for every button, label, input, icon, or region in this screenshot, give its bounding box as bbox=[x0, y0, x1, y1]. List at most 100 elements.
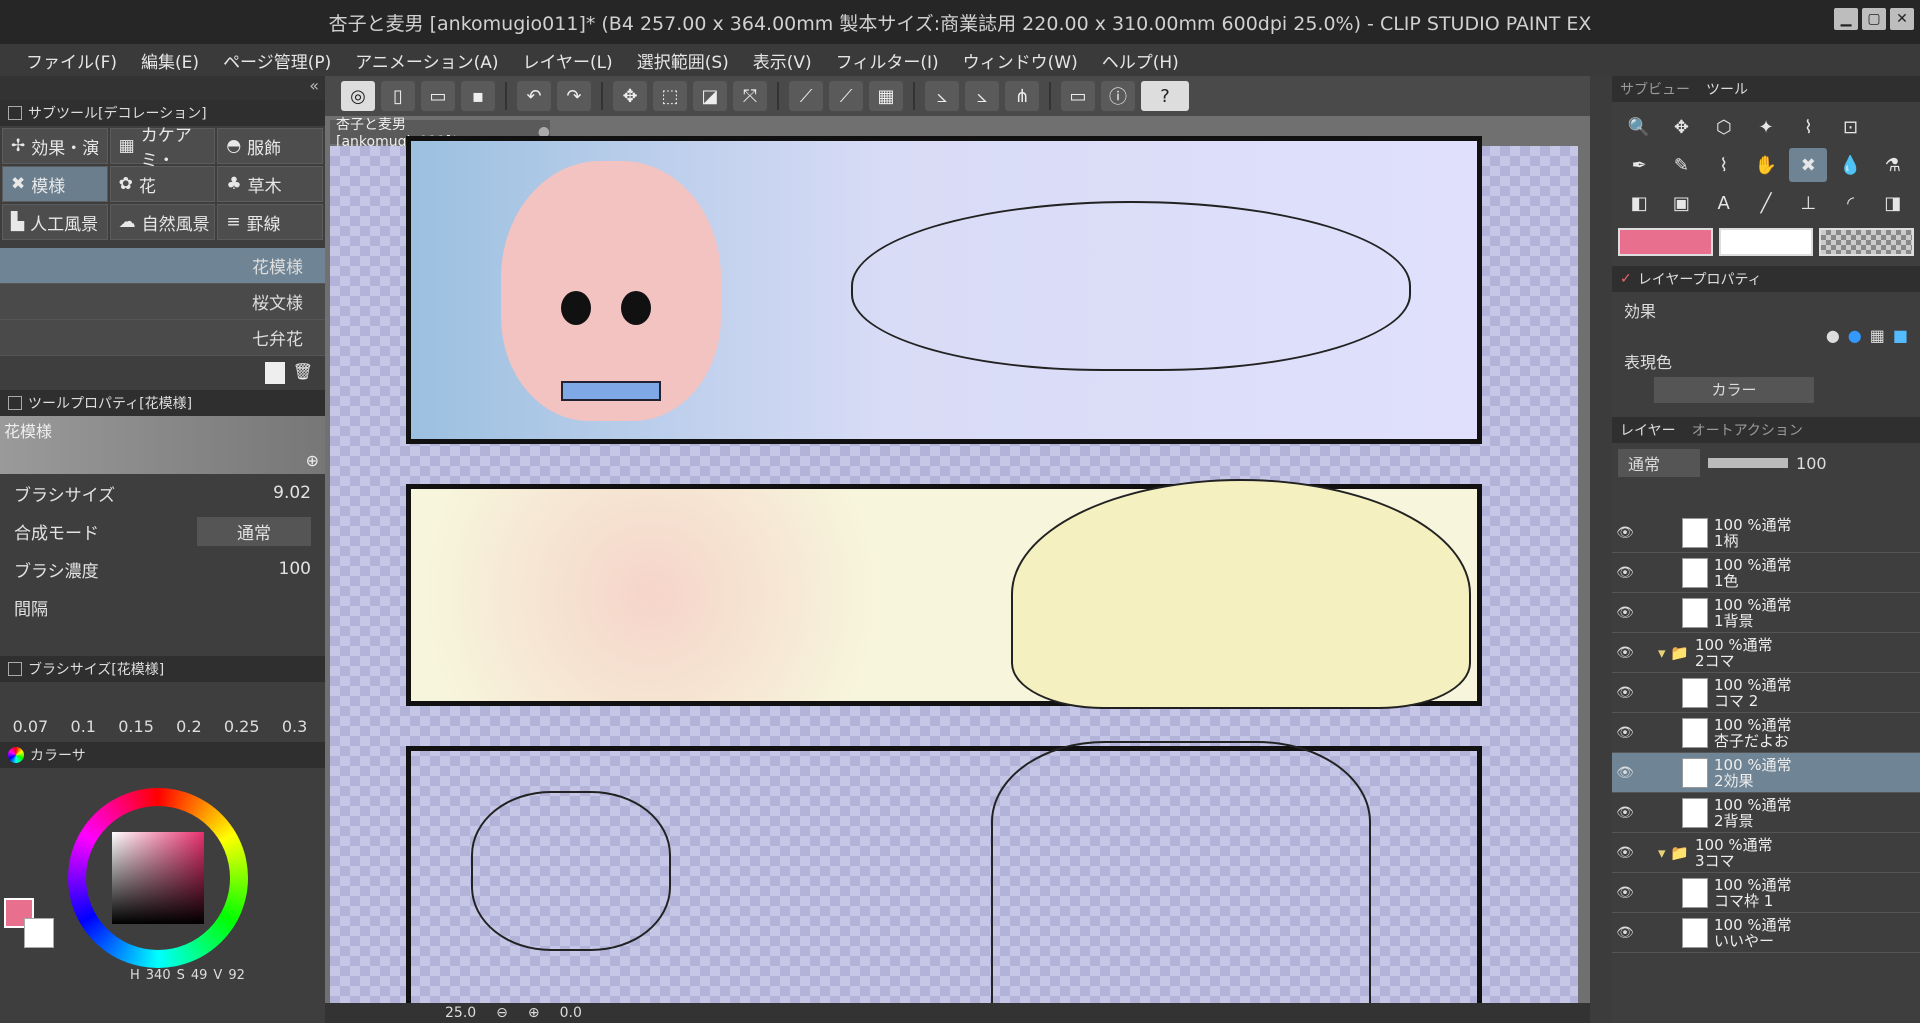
new-file-icon[interactable]: ▯ bbox=[381, 81, 415, 111]
color-picker[interactable] bbox=[0, 768, 325, 968]
undo-icon[interactable]: ↶ bbox=[517, 81, 551, 111]
subtool-group-effects[interactable]: ✢ 効果・演 bbox=[2, 128, 108, 164]
brush-item[interactable]: 七弁花 bbox=[0, 320, 325, 356]
brush-item[interactable]: 桜文様 bbox=[0, 284, 325, 320]
snap-grid-icon[interactable]: ⋔ bbox=[1005, 81, 1039, 111]
save-icon[interactable]: ▪ bbox=[461, 81, 495, 111]
brush-size-value[interactable]: 9.02 bbox=[273, 483, 311, 503]
size-preset[interactable]: 0.3 bbox=[268, 717, 321, 736]
hand-tool-icon[interactable]: ✋ bbox=[1747, 148, 1785, 182]
comic-panel-2[interactable] bbox=[406, 479, 1482, 709]
brush-density-row[interactable]: ブラシ濃度 100 bbox=[0, 550, 325, 588]
magnifier-icon[interactable]: ⊕ bbox=[306, 451, 319, 470]
subtool-group-pattern[interactable]: ✖ 模様 bbox=[2, 166, 108, 202]
main-color-chip[interactable] bbox=[1618, 228, 1713, 256]
close-icon[interactable]: ✕ bbox=[1890, 8, 1914, 30]
blend-mode-row[interactable]: 合成モード 通常 bbox=[0, 512, 325, 550]
zoom-out-icon[interactable]: ⊖ bbox=[496, 1005, 508, 1021]
correct-line-tool-icon[interactable]: ◨ bbox=[1874, 186, 1912, 220]
sub-color-chip[interactable] bbox=[1718, 228, 1814, 256]
move-tool-icon[interactable]: ✥ bbox=[1662, 110, 1700, 144]
snap-special-icon[interactable]: ⦣ bbox=[965, 81, 999, 111]
extract-line-icon[interactable]: ● bbox=[1848, 326, 1862, 345]
subtool-group-flower[interactable]: ✿ 花 bbox=[109, 166, 216, 202]
comic-panel-1[interactable] bbox=[406, 136, 1482, 444]
eye-icon[interactable]: 👁 bbox=[1612, 805, 1638, 821]
blend-mode-select[interactable]: 通常 bbox=[197, 516, 311, 546]
eye-icon[interactable]: 👁 bbox=[1612, 925, 1638, 941]
layer-row[interactable]: 👁 ▾ 📁 100 %通常 3コマ bbox=[1612, 833, 1920, 873]
subtool-group-plants[interactable]: ♣ 草木 bbox=[217, 166, 323, 202]
lasso-tool-icon[interactable]: ⬡ bbox=[1705, 110, 1743, 144]
layer-row[interactable]: 👁 ▾ 📁 100 %通常 2コマ bbox=[1612, 633, 1920, 673]
eye-icon[interactable]: 👁 bbox=[1612, 885, 1638, 901]
selection-icon[interactable]: ⬚ bbox=[653, 81, 687, 111]
text-tool-icon[interactable]: A bbox=[1705, 186, 1743, 220]
subview-tab[interactable]: サブビュー bbox=[1620, 79, 1690, 99]
collapse-icon[interactable]: « bbox=[309, 76, 319, 95]
decoration-tool-icon[interactable]: ✖ bbox=[1789, 148, 1828, 182]
brush-size-row[interactable]: ブラシサイズ 9.02 bbox=[0, 474, 325, 512]
magic-wand-icon[interactable]: ✦ bbox=[1747, 110, 1785, 144]
subtool-group-clothing[interactable]: ◓ 服飾 bbox=[217, 128, 323, 164]
folder-icon[interactable]: ▾ 📁 bbox=[1658, 844, 1689, 862]
frame-tool-icon[interactable]: ⊥ bbox=[1789, 186, 1827, 220]
eraser-tool-icon[interactable]: ◧ bbox=[1620, 186, 1658, 220]
clip-studio-icon[interactable]: ◎ bbox=[341, 81, 375, 111]
gradient-tool-icon[interactable]: ▣ bbox=[1662, 186, 1700, 220]
border-effect-icon[interactable]: ● bbox=[1826, 326, 1840, 345]
brush-tool-icon[interactable]: ⌇ bbox=[1705, 148, 1743, 182]
subtool-group-artificial-scenery[interactable]: ▙ 人工風景 bbox=[2, 204, 108, 240]
layer-color-icon[interactable]: ■ bbox=[1893, 326, 1908, 345]
eye-icon[interactable]: 👁 bbox=[1612, 685, 1638, 701]
eyedropper-icon[interactable]: ⌇ bbox=[1789, 110, 1827, 144]
menu-view[interactable]: 表示(V) bbox=[741, 48, 824, 73]
eye-icon[interactable]: 👁 bbox=[1612, 645, 1638, 661]
layer-row[interactable]: 👁 100 %通常 杏子だよお bbox=[1612, 713, 1920, 753]
info-icon[interactable]: ⓘ bbox=[1101, 81, 1135, 111]
menu-animation[interactable]: アニメーション(A) bbox=[343, 48, 510, 73]
layer-row[interactable]: 👁 100 %通常 2背景 bbox=[1612, 793, 1920, 833]
snap-ruler-icon[interactable]: ⦣ bbox=[925, 81, 959, 111]
brush-item[interactable]: 花模様 bbox=[0, 248, 325, 284]
tone-effect-icon[interactable]: ▦ bbox=[1870, 326, 1885, 345]
maximize-icon[interactable]: ▢ bbox=[1862, 8, 1886, 30]
grid-icon[interactable]: ▦ bbox=[869, 81, 903, 111]
subtool-group-natural-scenery[interactable]: ☁ 自然風景 bbox=[109, 204, 216, 240]
autoaction-tab[interactable]: オートアクション bbox=[1692, 420, 1803, 440]
opacity-slider[interactable] bbox=[1708, 458, 1789, 468]
layer-row[interactable]: 👁 100 %通常 いいやー bbox=[1612, 913, 1920, 953]
layer-row[interactable]: 👁 100 %通常 2効果 bbox=[1612, 753, 1920, 793]
palette-collapse-bar[interactable]: « bbox=[0, 76, 325, 100]
size-preset[interactable]: 0.2 bbox=[162, 717, 215, 736]
subtool-group-ruled-lines[interactable]: ≡ 罫線 bbox=[217, 204, 323, 240]
menu-help[interactable]: ヘルプ(H) bbox=[1090, 48, 1191, 73]
menu-selection[interactable]: 選択範囲(S) bbox=[625, 48, 741, 73]
zoom-tool-icon[interactable]: 🔍 bbox=[1620, 110, 1658, 144]
comic-panel-3[interactable] bbox=[406, 741, 1482, 1016]
size-preset[interactable]: 0.1 bbox=[57, 717, 110, 736]
menu-filter[interactable]: フィルター(I) bbox=[824, 48, 951, 73]
menu-file[interactable]: ファイル(F) bbox=[14, 48, 129, 73]
sub-color-swatch[interactable] bbox=[24, 918, 54, 948]
eye-icon[interactable]: 👁 bbox=[1612, 605, 1638, 621]
redo-icon[interactable]: ↷ bbox=[557, 81, 591, 111]
layer-row[interactable]: 👁 100 %通常 コマ 2 bbox=[1612, 673, 1920, 713]
folder-icon[interactable]: ▾ 📁 bbox=[1658, 644, 1689, 662]
new-subtool-icon[interactable] bbox=[264, 362, 285, 384]
rotate-value[interactable]: 0.0 bbox=[560, 1005, 582, 1021]
size-preset[interactable]: 0.15 bbox=[110, 717, 163, 736]
layer-row[interactable]: 👁 100 %通常 コマ枠 1 bbox=[1612, 873, 1920, 913]
menu-edit[interactable]: 編集(E) bbox=[129, 48, 211, 73]
view-mode-icon[interactable]: ▭ bbox=[1061, 81, 1095, 111]
saturation-value-square[interactable] bbox=[112, 832, 204, 924]
layer-tab[interactable]: レイヤー bbox=[1620, 420, 1676, 440]
spacing-row[interactable]: 間隔 bbox=[0, 588, 325, 626]
trash-icon[interactable]: 🗑 bbox=[293, 362, 313, 384]
manga-page[interactable] bbox=[330, 136, 1578, 1016]
layer-row[interactable]: 👁 100 %通常 1色 bbox=[1612, 553, 1920, 593]
eye-icon[interactable]: 👁 bbox=[1612, 765, 1638, 781]
layer-row[interactable]: 👁 100 %通常 1背景 bbox=[1612, 593, 1920, 633]
size-preset[interactable]: 0.07 bbox=[4, 717, 57, 736]
zoom-in-icon[interactable]: ⊕ bbox=[528, 1005, 540, 1021]
